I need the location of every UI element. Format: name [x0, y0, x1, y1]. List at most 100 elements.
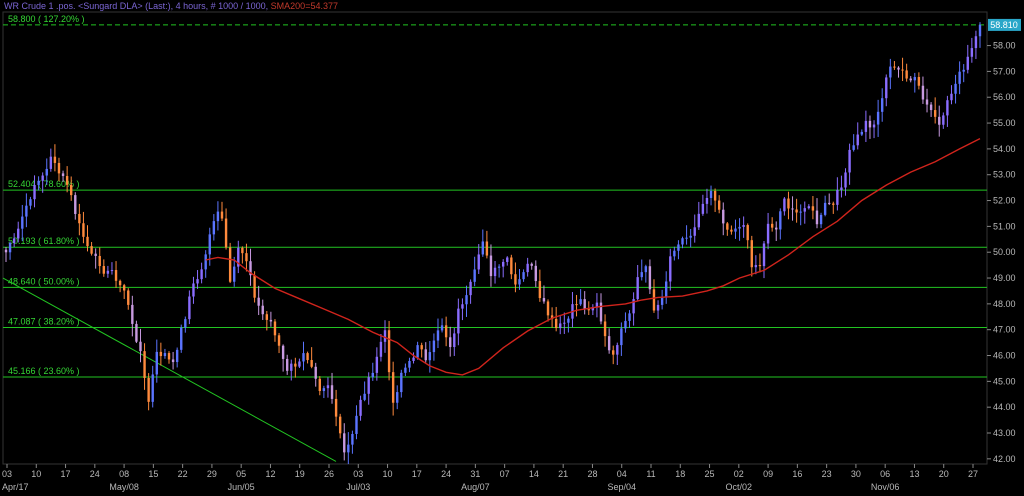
candle-body — [106, 270, 110, 274]
candle-body — [49, 156, 53, 169]
candle-body — [652, 289, 656, 311]
candle-body — [102, 266, 106, 274]
candle-body — [175, 349, 179, 363]
candle-body — [758, 265, 762, 267]
candle-body — [281, 345, 285, 359]
candle-body — [864, 120, 868, 132]
candle-body — [208, 234, 211, 255]
candle-body — [159, 351, 163, 357]
candle-body — [420, 345, 423, 350]
candle-body — [167, 353, 171, 360]
candle-body — [127, 290, 130, 305]
candle-body — [612, 350, 615, 355]
candle-body — [469, 281, 472, 296]
y-tick-label: 48.00 — [993, 299, 1016, 309]
candle-body — [644, 266, 648, 273]
candle-body — [343, 433, 346, 453]
candle-body — [298, 361, 301, 367]
candle-body — [233, 266, 236, 282]
sma200-line — [205, 137, 981, 376]
candle-body — [245, 253, 248, 262]
candle-body — [192, 283, 195, 297]
candle-body — [12, 238, 16, 244]
candle-body — [171, 359, 175, 363]
candle-body — [285, 358, 289, 371]
candle-body — [273, 321, 277, 336]
candle-body — [815, 210, 819, 225]
candle-body — [383, 330, 387, 342]
candle-body — [913, 77, 916, 81]
candle-body — [151, 374, 154, 402]
candle-body — [836, 189, 839, 205]
candle-body — [734, 228, 737, 232]
x-tick-label: 18 — [675, 469, 685, 479]
candle-body — [139, 341, 142, 352]
candle-body — [17, 228, 20, 239]
candle-body — [408, 360, 411, 368]
candle-body — [868, 120, 872, 128]
candle-body — [779, 211, 782, 230]
candle-body — [559, 323, 562, 329]
candle-body — [701, 203, 705, 214]
candle-body — [583, 299, 586, 310]
candle-body — [954, 83, 957, 94]
candle-body — [905, 70, 908, 79]
chart-window: WR Crude 1 .pos. <Sungard DLA> (Last:), … — [0, 0, 1024, 496]
x-tick-label: 24 — [90, 469, 100, 479]
candle-body — [742, 225, 745, 227]
candle-body — [534, 265, 537, 282]
candle-body — [522, 272, 525, 280]
candle-body — [449, 337, 452, 348]
candle-body — [726, 223, 729, 230]
y-tick-label: 54.00 — [993, 144, 1016, 154]
candle-body — [665, 281, 668, 297]
candle-body — [693, 227, 696, 236]
x-tick-label: 22 — [178, 469, 188, 479]
candle-body — [807, 206, 811, 209]
candle-body — [938, 116, 941, 125]
candle-body — [510, 257, 513, 275]
x-tick-label: 15 — [148, 469, 158, 479]
candle-body — [61, 173, 65, 177]
x-tick-label: 16 — [792, 469, 802, 479]
y-tick-label: 56.00 — [993, 92, 1016, 102]
candle-body — [929, 104, 933, 111]
candle-body — [966, 56, 969, 70]
candle-body — [872, 124, 876, 128]
candle-body — [599, 302, 603, 322]
candle-body — [396, 392, 399, 403]
candle-body — [970, 48, 974, 57]
candle-body — [673, 250, 676, 257]
x-tick-label: 24 — [441, 469, 451, 479]
candle-body — [70, 184, 73, 196]
candle-body — [962, 69, 965, 72]
candle-body — [265, 314, 269, 320]
candle-body — [795, 209, 798, 213]
price-chart[interactable]: 58.800 ( 127.20% )52.404 ( 78.60% )50.19… — [0, 0, 1024, 496]
candle-body — [21, 216, 24, 229]
candle-body — [685, 237, 688, 239]
candle-body — [587, 309, 590, 311]
y-tick-label: 45.00 — [993, 376, 1016, 386]
candle-body — [424, 349, 427, 361]
y-tick-label: 53.00 — [993, 170, 1016, 180]
candle-body — [338, 416, 342, 434]
candle-body — [713, 190, 717, 201]
candle-body — [135, 323, 138, 342]
candle-body — [220, 211, 224, 219]
candle-body — [118, 280, 122, 286]
y-tick-label: 42.00 — [993, 454, 1016, 464]
candle-body — [530, 263, 533, 266]
candle-body — [489, 255, 493, 277]
x-tick-label: 29 — [207, 469, 217, 479]
candle-body — [131, 304, 134, 324]
candle-body — [355, 415, 358, 434]
candle-body — [958, 71, 961, 84]
candle-body — [400, 372, 403, 393]
candle-body — [730, 229, 733, 232]
last-price-label: 58.810 — [990, 20, 1018, 30]
candle-body — [163, 353, 167, 357]
candle-body — [856, 134, 859, 146]
candle-body — [840, 187, 843, 190]
candle-body — [946, 100, 949, 116]
